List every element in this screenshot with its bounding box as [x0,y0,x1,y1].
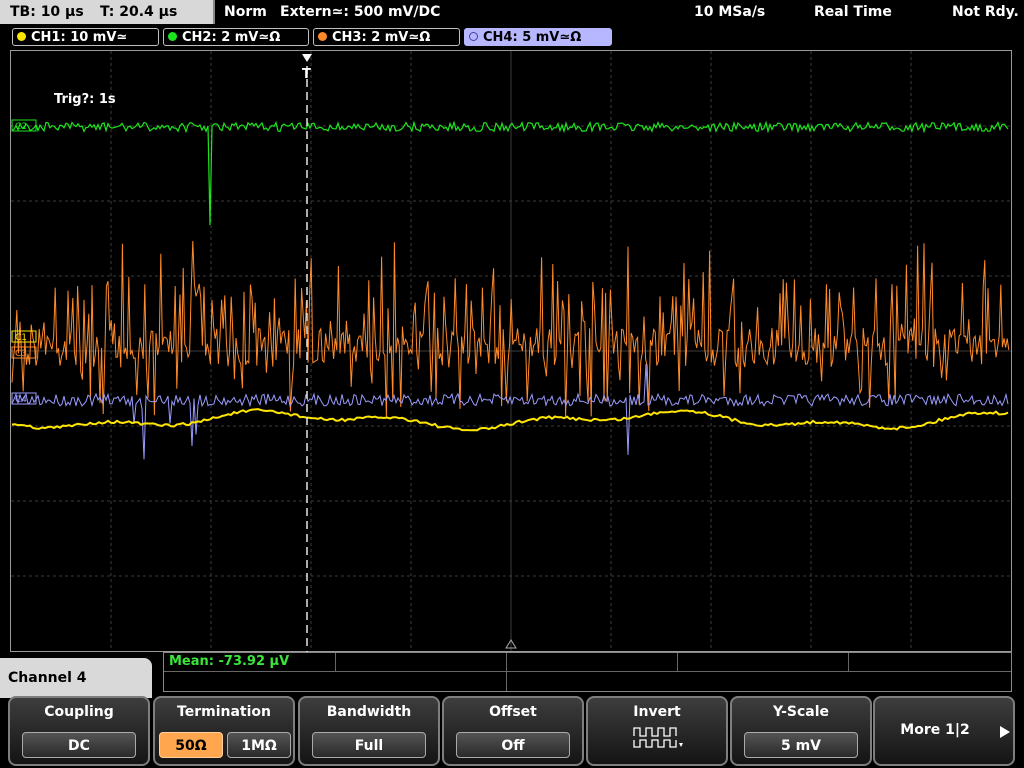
termination-softkey[interactable]: Termination 50Ω 1MΩ [153,696,295,766]
channel-markers: C2 C1 C3 C4 T [11,54,517,652]
more-softkey[interactable]: More 1|2 [873,696,1015,766]
offset-value[interactable]: Off [456,732,570,758]
coupling-value[interactable]: DC [22,732,136,758]
measurement-divider [506,653,507,691]
termination-title: Termination [177,704,271,720]
yscale-softkey[interactable]: Y-Scale 5 mV [730,696,872,766]
yscale-value[interactable]: 5 mV [744,732,858,758]
graticule [11,51,1011,651]
ch3-trace [11,240,1010,418]
invert-waveform-icon [633,727,683,748]
ch2-marker-label: C2 [15,122,27,132]
measurement-row [164,653,1011,672]
invert-softkey[interactable]: Invert [586,696,728,766]
ch2-trace [11,120,1009,226]
trigger-info: Trig?: 1s [54,92,116,107]
measurement-divider [335,653,336,671]
coupling-softkey[interactable]: Coupling DC [8,696,150,766]
next-page-arrow-icon [1000,726,1010,738]
offset-title: Offset [489,704,537,720]
ch1-trace [11,408,1009,432]
yscale-title: Y-Scale [772,704,829,720]
measurement-divider [848,653,849,671]
mean-measurement: Mean: -73.92 µV [169,654,290,669]
measurement-divider [677,653,678,671]
bandwidth-title: Bandwidth [326,704,412,720]
termination-50ohm-option[interactable]: 50Ω [159,732,223,758]
channel-menu-title: Channel 4 [0,658,152,698]
coupling-title: Coupling [44,704,114,720]
invert-title: Invert [633,704,681,720]
waveform-svg: C2 C1 C3 C4 T Trig?: 1s [11,51,1011,652]
ch4-trace [11,363,1009,460]
bandwidth-softkey[interactable]: Bandwidth Full [298,696,440,766]
offset-softkey[interactable]: Offset Off [442,696,584,766]
trigger-marker-label: T [302,67,311,82]
bandwidth-value[interactable]: Full [312,732,426,758]
measurement-panel[interactable]: Mean: -73.92 µV [163,652,1012,692]
termination-1mohm-option[interactable]: 1MΩ [227,732,291,758]
ch1-marker-label: C1 [15,333,27,343]
ch3-marker-label: C3 [15,349,27,359]
traces [11,120,1010,460]
more-label: More 1|2 [900,722,970,738]
ch4-marker-label: C4 [15,395,27,405]
